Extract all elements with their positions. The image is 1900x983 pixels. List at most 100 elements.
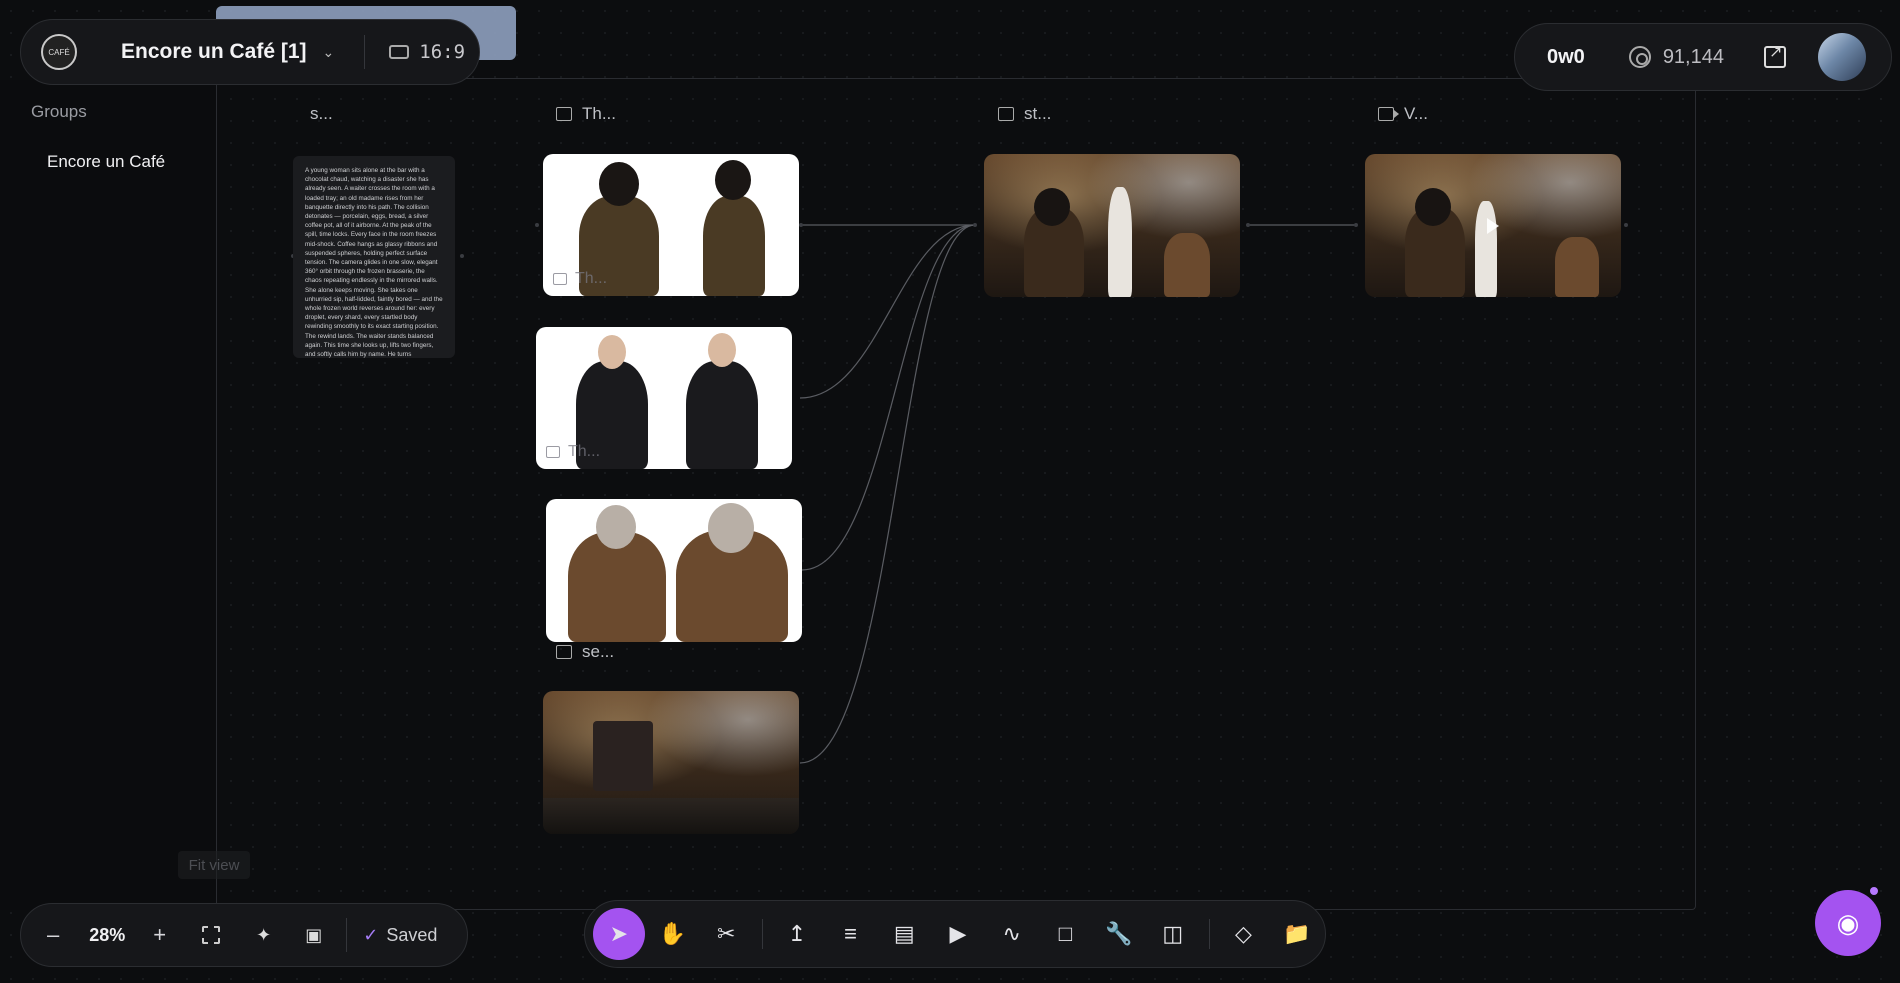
add-video-node-button[interactable]: ▶ xyxy=(932,908,984,960)
robot-icon: ◉ xyxy=(1836,907,1860,938)
divider xyxy=(1208,919,1210,949)
app-logo[interactable]: CAFÉ xyxy=(41,34,77,70)
folder-icon: 📁 xyxy=(1283,921,1311,946)
fit-view-button[interactable]: Fit view xyxy=(178,851,250,879)
zoom-in-button[interactable]: + xyxy=(153,922,166,948)
zoom-out-button[interactable]: – xyxy=(47,922,59,948)
hand-icon: ✋ xyxy=(658,921,687,946)
image-icon xyxy=(546,446,560,458)
node-caption-text: Th... xyxy=(568,443,601,460)
app-logo-text: CAFÉ xyxy=(48,47,70,57)
storyboard-node-label[interactable]: st... xyxy=(998,104,1051,124)
video-icon xyxy=(1378,107,1399,121)
add-text-node-button[interactable]: ≡ xyxy=(825,908,877,960)
credits-value[interactable]: 91,144 xyxy=(1663,46,1724,69)
storyboard-node[interactable] xyxy=(984,154,1240,297)
save-status: Saved xyxy=(386,924,438,945)
upload-button[interactable]: ↥ xyxy=(771,908,823,960)
vid-madame-figure xyxy=(1555,237,1599,297)
tools-button[interactable]: 🔧 xyxy=(1093,908,1145,960)
divider xyxy=(346,918,348,952)
credits-icon xyxy=(1628,46,1651,68)
hand-tool-button[interactable]: ✋ xyxy=(647,908,699,960)
aspect-ratio-label[interactable]: 16:9 xyxy=(419,41,465,63)
character-node-label[interactable]: Th... xyxy=(556,104,616,124)
avatar[interactable] xyxy=(1817,33,1866,81)
woman-head xyxy=(599,162,639,206)
script-text-node[interactable]: A young woman sits alone at the bar with… xyxy=(293,156,455,358)
folder-button[interactable]: 📁 xyxy=(1271,908,1323,960)
select-tool-button[interactable]: ➤ xyxy=(593,908,645,960)
node-caption: Th... xyxy=(546,443,600,461)
waiter-head xyxy=(598,335,626,369)
user-handle[interactable]: 0w0 xyxy=(1547,46,1585,69)
setting-cafe-node[interactable] xyxy=(543,691,799,834)
upload-icon: ↥ xyxy=(787,921,807,946)
group-item-encore-un-cafe[interactable]: Encore un Café xyxy=(47,152,165,172)
character-waiter-node[interactable]: Th... xyxy=(536,327,792,469)
sb-madame-figure xyxy=(1164,233,1210,297)
text-icon: ≡ xyxy=(844,921,858,946)
note-icon: □ xyxy=(1058,921,1072,946)
magic-wand-icon[interactable]: ✦ xyxy=(256,925,271,946)
groups-panel: Groups Encore un Café xyxy=(0,80,216,910)
zoom-controls: – 28% + ✦ ▣ ✓ Saved xyxy=(20,903,468,967)
video-node-label[interactable]: V... xyxy=(1378,104,1428,124)
select-icon: ➤ xyxy=(609,921,629,946)
add-note-button[interactable]: □ xyxy=(1040,908,1092,960)
tool-toolbar: ➤ ✋ ✂ ↥ ≡ ▤ ▶ ∿ □ 🔧 ◫ ◇ 📁 xyxy=(584,900,1326,968)
character-madame-node[interactable] xyxy=(546,499,802,642)
audio-icon: ∿ xyxy=(1002,921,1021,946)
scissors-icon: ✂ xyxy=(717,921,736,946)
video-node[interactable] xyxy=(1365,154,1621,297)
chevron-down-icon[interactable]: ⌄ xyxy=(323,44,335,61)
character-woman-node[interactable]: Th... xyxy=(543,154,799,296)
image-icon xyxy=(998,107,1014,121)
woman-figure-2 xyxy=(703,196,765,296)
add-image-node-button[interactable]: ▤ xyxy=(878,908,930,960)
divider xyxy=(364,35,366,69)
nodes-icon: ◫ xyxy=(1162,921,1184,946)
image-icon xyxy=(556,107,572,121)
waiter-head-2 xyxy=(708,333,736,367)
gem-icon: ◇ xyxy=(1234,921,1252,946)
cafe-floor xyxy=(543,798,799,834)
script-node-label[interactable]: s... xyxy=(310,104,333,124)
project-header: CAFÉ Encore un Café [1] ⌄ 16:9 xyxy=(20,19,480,85)
groups-title: Groups xyxy=(31,102,87,121)
storyboard-node-title: st... xyxy=(1024,104,1052,123)
fit-screen-icon[interactable] xyxy=(202,926,221,944)
woman-head-2 xyxy=(715,160,751,200)
nodes-button[interactable]: ◫ xyxy=(1147,908,1199,960)
character-node-title: Th... xyxy=(582,104,617,123)
madame-head xyxy=(596,505,636,549)
play-icon[interactable] xyxy=(1487,217,1499,234)
check-icon: ✓ xyxy=(363,924,379,945)
madame-head-2 xyxy=(708,503,754,553)
project-title[interactable]: Encore un Café [1] xyxy=(121,40,307,64)
wrench-icon: 🔧 xyxy=(1105,921,1133,946)
vid-woman-head xyxy=(1415,188,1451,226)
image-icon xyxy=(553,273,567,285)
node-caption-text: Th... xyxy=(575,270,608,287)
add-audio-node-button[interactable]: ∿ xyxy=(986,908,1038,960)
minimap-icon[interactable]: ▣ xyxy=(305,925,322,946)
share-icon[interactable] xyxy=(1763,42,1786,68)
zoom-level[interactable]: 28% xyxy=(89,925,125,946)
video-node-title: V... xyxy=(1404,104,1428,123)
aspect-ratio-icon[interactable] xyxy=(389,45,410,59)
image-icon: ▤ xyxy=(893,921,915,946)
sb-waiter-figure xyxy=(1108,187,1132,297)
sb-woman-head xyxy=(1034,188,1070,226)
assistant-button[interactable]: ◉ xyxy=(1815,890,1881,956)
node-caption: Th... xyxy=(553,270,607,288)
account-header: 0w0 91,144 xyxy=(1514,23,1892,91)
notification-dot xyxy=(1868,885,1880,897)
video-icon: ▶ xyxy=(949,921,967,946)
setting-node-label[interactable]: se... xyxy=(556,642,614,662)
image-icon xyxy=(556,645,572,659)
waiter-figure-2 xyxy=(686,361,758,469)
assets-button[interactable]: ◇ xyxy=(1218,908,1270,960)
script-node-title: s... xyxy=(310,104,333,123)
cut-tool-button[interactable]: ✂ xyxy=(700,908,752,960)
